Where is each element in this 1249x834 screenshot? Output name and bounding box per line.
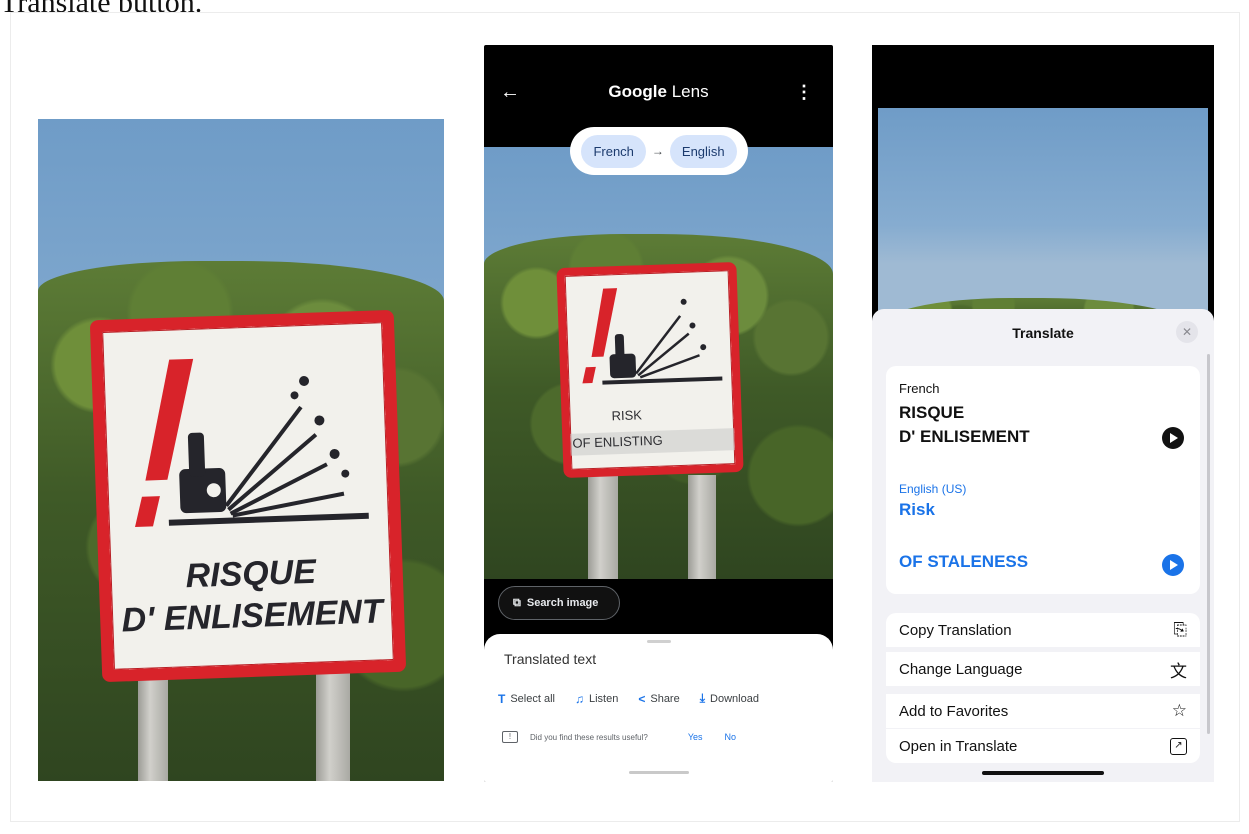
- home-indicator: [629, 771, 689, 774]
- target-language-chip[interactable]: English: [669, 134, 737, 168]
- lens-title-product: Lens: [666, 82, 709, 101]
- copy-icon: ⎘: [1173, 620, 1187, 639]
- feedback-icon: !: [502, 731, 518, 743]
- more-vert-icon[interactable]: ⋮: [795, 82, 813, 103]
- road-sign: RISQUE D' ENLISEMENT: [89, 309, 407, 683]
- target-text-line2: OF STALENESS: [899, 552, 1029, 571]
- sign-post-right: [316, 664, 350, 781]
- download-icon: ⤓: [699, 691, 706, 705]
- scrollbar[interactable]: [1207, 354, 1210, 734]
- translate-title: Translate: [1012, 325, 1074, 341]
- share-icon: <: [638, 691, 646, 706]
- select-all-button[interactable]: T Select all: [498, 691, 555, 706]
- target-language-label[interactable]: English (US): [899, 482, 966, 496]
- lens-title-brand: Google: [608, 82, 667, 101]
- feedback-yes-button[interactable]: Yes: [688, 732, 703, 742]
- source-text: RISQUE D' ENLISEMENT: [899, 401, 1030, 449]
- target-text-line1: Risk: [899, 500, 935, 519]
- feedback-question: Did you find these results useful?: [530, 732, 648, 742]
- sign-photo: RISQUE D' ENLISEMENT: [38, 119, 444, 781]
- play-source-icon[interactable]: [1162, 427, 1184, 449]
- listen-label: Listen: [588, 692, 619, 705]
- lens-sign-post-left: [588, 475, 618, 579]
- source-text-line1: RISQUE: [899, 403, 965, 422]
- feedback-row: ! Did you find these results useful? Yes…: [502, 731, 736, 743]
- sheet-title: Translated text: [504, 651, 597, 667]
- text-select-icon: T: [498, 691, 506, 706]
- change-language-label: Change Language: [899, 660, 1023, 678]
- ios-translate-screen: Translate ✕ French RISQUE D' ENLISEMENT …: [872, 45, 1214, 782]
- sheet-actions: T Select all ♫ Listen < Share ⤓ Download: [498, 691, 779, 706]
- google-lens-screen: RISK OF ENLISTING ← Google Lens ⋮ French…: [484, 45, 833, 782]
- lens-sign-post-right: [688, 475, 716, 579]
- download-label: Download: [710, 692, 759, 705]
- source-text-line2: D' ENLISEMENT: [899, 427, 1030, 446]
- open-in-translate-label: Open in Translate: [899, 737, 1018, 755]
- sign-post-left: [138, 664, 168, 781]
- download-button[interactable]: ⤓ Download: [700, 691, 759, 706]
- search-image-label: Search image: [526, 597, 599, 609]
- image-search-icon: ⧉: [513, 596, 521, 609]
- sheet-drag-handle[interactable]: [647, 640, 671, 643]
- language-selector: French → English: [570, 127, 748, 175]
- play-translation-icon[interactable]: [1162, 554, 1184, 576]
- feedback-no-button[interactable]: No: [725, 732, 737, 742]
- overlay-text-line1[interactable]: RISK: [611, 407, 642, 423]
- search-image-button[interactable]: ⧉ Search image: [498, 586, 620, 620]
- source-language-label: French: [899, 381, 940, 396]
- star-icon: ☆: [1171, 701, 1187, 720]
- select-all-label: Select all: [510, 692, 555, 705]
- share-label: Share: [650, 692, 680, 705]
- share-button[interactable]: < Share: [638, 691, 679, 706]
- close-icon[interactable]: ✕: [1176, 321, 1198, 343]
- change-language-button[interactable]: Change Language 文: [886, 652, 1200, 686]
- lens-road-sign: RISK OF ENLISTING: [556, 261, 744, 479]
- translation-card: French RISQUE D' ENLISEMENT English (US)…: [886, 366, 1200, 594]
- lens-camera-view: RISK OF ENLISTING: [484, 147, 833, 579]
- copy-translation-label: Copy Translation: [899, 621, 1012, 639]
- translate-sheet: Translate ✕ French RISQUE D' ENLISEMENT …: [872, 309, 1214, 782]
- arrow-right-icon: →: [651, 144, 664, 158]
- open-in-translate-button[interactable]: Open in Translate ↗: [886, 729, 1200, 763]
- add-to-favorites-button[interactable]: Add to Favorites ☆: [886, 694, 1200, 728]
- translated-text-sheet: Translated text T Select all ♫ Listen < Sha…: [484, 634, 833, 782]
- open-external-icon: ↗: [1170, 737, 1187, 755]
- copy-translation-button[interactable]: Copy Translation ⎘: [886, 613, 1200, 647]
- source-language-chip[interactable]: French: [581, 134, 646, 168]
- ios-home-indicator: [982, 771, 1104, 775]
- add-to-favorites-label: Add to Favorites: [899, 702, 1009, 720]
- listen-icon: ♫: [574, 691, 584, 706]
- lens-title: Google Lens: [484, 82, 833, 102]
- translate-icon: 文: [1170, 661, 1187, 681]
- listen-button[interactable]: ♫ Listen: [575, 691, 618, 706]
- overlay-text-line2[interactable]: OF ENLISTING: [572, 433, 663, 451]
